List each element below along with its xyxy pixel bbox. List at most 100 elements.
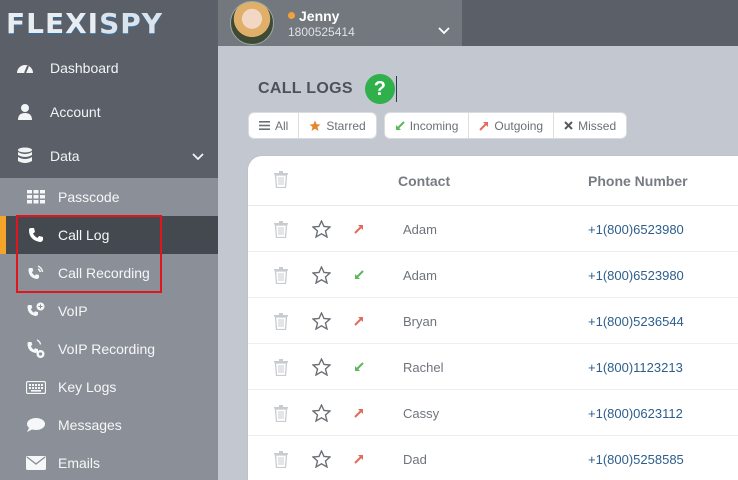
filter-all-button[interactable]: All [249,113,300,138]
phone-number[interactable]: +1(800)5236544 [588,298,684,344]
filter-label: Outgoing [494,118,544,133]
filter-outgoing-button[interactable]: Outgoing [469,113,555,138]
trash-icon[interactable] [274,298,288,344]
list-icon [259,121,270,130]
sub-item-emails[interactable]: Emails [0,444,218,480]
outgoing-arrow-icon [354,436,364,480]
data-subnav: Passcode Call Log Call Recording VoIP Vo… [0,178,218,480]
trash-icon[interactable] [274,252,288,298]
star-outline-icon[interactable] [312,436,331,480]
trash-icon[interactable] [274,171,288,193]
sub-label: Messages [58,417,122,433]
chat-bubble-icon [26,415,46,435]
contact-name: Dad [403,451,427,467]
online-status-dot [288,12,295,19]
main-nav: Dashboard Account Data [0,46,218,178]
sub-item-messages[interactable]: Messages [0,406,218,444]
nav-item-dashboard[interactable]: Dashboard [0,46,218,90]
filter-label: Incoming [409,118,459,133]
outgoing-arrow-icon [354,390,364,436]
filter-bar: All Starred Incoming Outgoing Missed [248,112,634,139]
star-icon [309,120,321,132]
filter-incoming-button[interactable]: Incoming [385,113,470,138]
star-outline-icon[interactable] [312,206,331,252]
nav-label: Dashboard [50,60,119,76]
sidebar: FLEXISPY Dashboard Account Data Passcode… [0,0,218,480]
sub-label: Call Log [58,227,110,243]
nav-item-account[interactable]: Account [0,90,218,134]
filter-label: Missed [578,118,617,133]
user-switcher[interactable]: Jenny 1800525414 [218,0,462,46]
trash-icon[interactable] [274,344,288,390]
table-row[interactable]: Dad +1(800)5258585 [248,436,738,480]
table-row[interactable]: Cassy +1(800)0623112 [248,390,738,436]
sub-item-call-log[interactable]: Call Log [0,216,218,254]
incoming-arrow-icon [395,120,405,131]
envelope-icon [26,453,46,473]
filter-missed-button[interactable]: Missed [554,113,626,138]
phone-number[interactable]: +1(800)6523980 [588,206,684,252]
sub-label: Key Logs [58,379,117,395]
star-outline-icon[interactable] [312,390,331,436]
phone-number[interactable]: +1(800)6523980 [588,252,684,298]
nav-label: Data [50,148,80,164]
user-icon [14,101,36,123]
phone-number[interactable]: +1(800)0623112 [588,390,683,436]
contact-name: Bryan [403,313,437,329]
keypad-icon [26,187,46,207]
contact-name: Adam [403,221,437,237]
nav-label: Account [50,104,101,120]
nav-item-data[interactable]: Data [0,134,218,178]
sub-label: Emails [58,455,101,471]
trash-icon[interactable] [274,206,288,252]
outgoing-arrow-icon [354,298,364,344]
phone-number[interactable]: +1(800)5258585 [588,436,684,480]
sub-item-call-recording[interactable]: Call Recording [0,254,218,292]
call-log-table: Contact Phone Number Adam +1(800)6523980… [248,156,738,480]
sub-label: VoIP [58,303,88,319]
voip-recording-icon [26,339,46,359]
text-cursor [395,76,397,102]
user-name: Jenny [299,7,340,24]
sub-item-passcode[interactable]: Passcode [0,178,218,216]
table-row[interactable]: Bryan +1(800)5236544 [248,298,738,344]
column-header-phone[interactable]: Phone Number [588,173,688,189]
avatar[interactable] [230,1,274,45]
page-title: CALL LOGS [258,80,353,97]
flexispy-logo[interactable]: FLEXISPY [0,0,218,46]
star-outline-icon[interactable] [312,344,331,390]
sub-label: Call Recording [58,265,150,281]
contact-name: Cassy [403,405,440,421]
table-row[interactable]: Rachel +1(800)1123213 [248,344,738,390]
sub-item-voip-recording[interactable]: VoIP Recording [0,330,218,368]
phone-number[interactable]: +1(800)1123213 [588,344,683,390]
column-header-contact[interactable]: Contact [398,173,450,189]
table-header: Contact Phone Number [248,156,738,206]
outgoing-arrow-icon [479,121,489,131]
chevron-down-icon[interactable] [438,22,450,40]
filter-starred-button[interactable]: Starred [299,113,375,138]
trash-icon[interactable] [274,390,288,436]
voip-icon [26,301,46,321]
chevron-down-icon[interactable] [192,148,204,164]
star-outline-icon[interactable] [312,298,331,344]
outgoing-arrow-icon [354,206,364,252]
logo-part2: SPY [99,6,164,40]
database-icon [14,145,36,167]
table-row[interactable]: Adam +1(800)6523980 [248,206,738,252]
logo-part1: FLEXI [6,6,100,40]
missed-x-icon [564,121,573,130]
help-icon[interactable]: ? [364,74,395,104]
dashboard-icon [14,57,36,79]
incoming-arrow-icon [354,252,364,298]
star-outline-icon[interactable] [312,252,331,298]
contact-name: Adam [403,267,437,283]
table-row[interactable]: Adam +1(800)6523980 [248,252,738,298]
trash-icon[interactable] [274,436,288,480]
sub-item-key-logs[interactable]: Key Logs [0,368,218,406]
table-body: Adam +1(800)6523980 Adam +1(800)6523980 … [248,206,738,480]
contact-name: Rachel [403,359,444,375]
keyboard-icon [26,377,46,397]
call-recording-icon [26,263,46,283]
sub-item-voip[interactable]: VoIP [0,292,218,330]
